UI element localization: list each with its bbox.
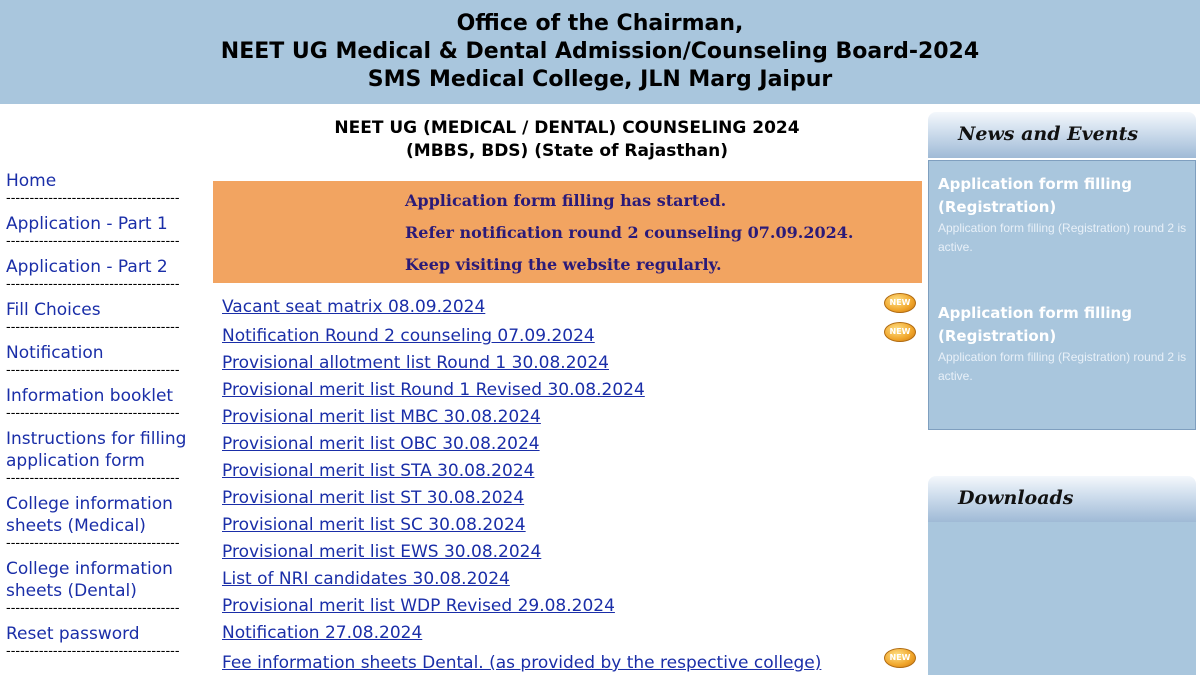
- sidebar-separator: -------------------------------------: [6, 602, 180, 616]
- list-item: Provisional merit list STA 30.08.2024: [222, 456, 922, 483]
- list-item: Vacant seat matrix 08.09.2024 NEW: [222, 290, 922, 319]
- notice-line-1: Application form filling has started.: [405, 191, 727, 210]
- link-notification-round-2[interactable]: Notification Round 2 counseling 07.09.20…: [222, 326, 595, 346]
- page-title: NEET UG (MEDICAL / DENTAL) COUNSELING 20…: [212, 117, 922, 163]
- list-item: Provisional merit list WDP Revised 29.08…: [222, 591, 922, 618]
- sidebar-item-application-part-2[interactable]: Application - Part 2: [6, 256, 196, 278]
- sidebar-separator: -------------------------------------: [6, 192, 180, 206]
- sidebar-separator: -------------------------------------: [6, 235, 180, 249]
- news-item-title[interactable]: Application form filling (Registration): [938, 173, 1187, 219]
- notice-line-3: Keep visiting the website regularly.: [405, 255, 722, 274]
- sidebar-item-college-info-medical[interactable]: College information sheets (Medical): [6, 493, 196, 537]
- header-line-office: Office of the Chairman,: [456, 11, 744, 36]
- sidebar-separator: -------------------------------------: [6, 321, 180, 335]
- header-line-college: SMS Medical College, JLN Marg Jaipur: [367, 67, 833, 92]
- page-title-line-1: NEET UG (MEDICAL / DENTAL) COUNSELING 20…: [334, 118, 800, 138]
- news-events-heading: News and Events: [928, 112, 1196, 158]
- list-item: Provisional merit list Round 1 Revised 3…: [222, 375, 922, 402]
- list-item: List of NRI candidates 30.08.2024: [222, 564, 922, 591]
- list-item: Provisional allotment list Round 1 30.08…: [222, 348, 922, 375]
- site-header: Office of the Chairman, NEET UG Medical …: [0, 0, 1200, 104]
- list-item: Provisional merit list SC 30.08.2024: [222, 510, 922, 537]
- sidebar-item-college-info-dental[interactable]: College information sheets (Dental): [6, 558, 196, 602]
- downloads-panel: [928, 522, 1196, 675]
- list-item: Notification Round 2 counseling 07.09.20…: [222, 319, 922, 348]
- new-badge-icon: NEW: [884, 293, 916, 313]
- notice-line-2: Refer notification round 2 counseling 07…: [405, 223, 854, 242]
- link-notification-27-08[interactable]: Notification 27.08.2024: [222, 623, 422, 643]
- new-badge-icon: NEW: [884, 648, 916, 668]
- link-merit-list-sc[interactable]: Provisional merit list SC 30.08.2024: [222, 515, 526, 535]
- link-merit-list-mbc[interactable]: Provisional merit list MBC 30.08.2024: [222, 407, 541, 427]
- news-events-panel: Application form filling (Registration) …: [928, 160, 1196, 430]
- link-provisional-allotment-round-1[interactable]: Provisional allotment list Round 1 30.08…: [222, 353, 609, 373]
- sidebar-item-instructions[interactable]: Instructions for filling application for…: [6, 428, 196, 472]
- sidebar-item-fill-choices[interactable]: Fill Choices: [6, 299, 196, 321]
- news-item-title[interactable]: Application form filling (Registration): [938, 302, 1187, 348]
- list-item: Provisional merit list ST 30.08.2024: [222, 483, 922, 510]
- header-line-board: NEET UG Medical & Dental Admission/Couns…: [220, 39, 980, 64]
- link-merit-list-wdp-revised[interactable]: Provisional merit list WDP Revised 29.08…: [222, 596, 615, 616]
- new-badge-icon: NEW: [884, 322, 916, 342]
- sidebar-item-notification[interactable]: Notification: [6, 342, 196, 364]
- list-item: Provisional merit list EWS 30.08.2024: [222, 537, 922, 564]
- news-item: Application form filling (Registration) …: [938, 302, 1187, 386]
- link-merit-list-ews[interactable]: Provisional merit list EWS 30.08.2024: [222, 542, 541, 562]
- sidebar-separator: -------------------------------------: [6, 407, 180, 421]
- list-item: Provisional merit list MBC 30.08.2024: [222, 402, 922, 429]
- news-item-desc: Application form filling (Registration) …: [938, 350, 1187, 383]
- link-fee-information-dental[interactable]: Fee information sheets Dental. (as provi…: [222, 653, 821, 673]
- link-merit-list-sta[interactable]: Provisional merit list STA 30.08.2024: [222, 461, 534, 481]
- link-vacant-seat-matrix[interactable]: Vacant seat matrix 08.09.2024: [222, 297, 485, 317]
- page-title-line-2: (MBBS, BDS) (State of Rajasthan): [406, 141, 728, 161]
- sidebar-separator: -------------------------------------: [6, 364, 180, 378]
- link-nri-candidates[interactable]: List of NRI candidates 30.08.2024: [222, 569, 510, 589]
- link-merit-list-round-1-revised[interactable]: Provisional merit list Round 1 Revised 3…: [222, 380, 645, 400]
- notice-banner: Application form filling has started. Re…: [213, 181, 922, 283]
- sidebar-item-information-booklet[interactable]: Information booklet: [6, 385, 196, 407]
- sidebar-item-reset-password[interactable]: Reset password: [6, 623, 196, 645]
- link-merit-list-obc[interactable]: Provisional merit list OBC 30.08.2024: [222, 434, 540, 454]
- sidebar-nav: Home -----------------------------------…: [6, 168, 196, 659]
- downloads-heading: Downloads: [928, 476, 1196, 522]
- notification-link-list: Vacant seat matrix 08.09.2024 NEW Notifi…: [222, 290, 922, 675]
- link-merit-list-st[interactable]: Provisional merit list ST 30.08.2024: [222, 488, 524, 508]
- sidebar-item-home[interactable]: Home: [6, 170, 196, 192]
- news-item: Application form filling (Registration) …: [938, 173, 1187, 257]
- sidebar-separator: -------------------------------------: [6, 472, 180, 486]
- list-item: Provisional merit list OBC 30.08.2024: [222, 429, 922, 456]
- list-item: Fee information sheets Dental. (as provi…: [222, 645, 922, 675]
- list-item: Notification 27.08.2024: [222, 618, 922, 645]
- sidebar-item-application-part-1[interactable]: Application - Part 1: [6, 213, 196, 235]
- sidebar-separator: -------------------------------------: [6, 645, 180, 659]
- sidebar-separator: -------------------------------------: [6, 278, 180, 292]
- sidebar-separator: -------------------------------------: [6, 537, 180, 551]
- news-item-desc: Application form filling (Registration) …: [938, 221, 1187, 254]
